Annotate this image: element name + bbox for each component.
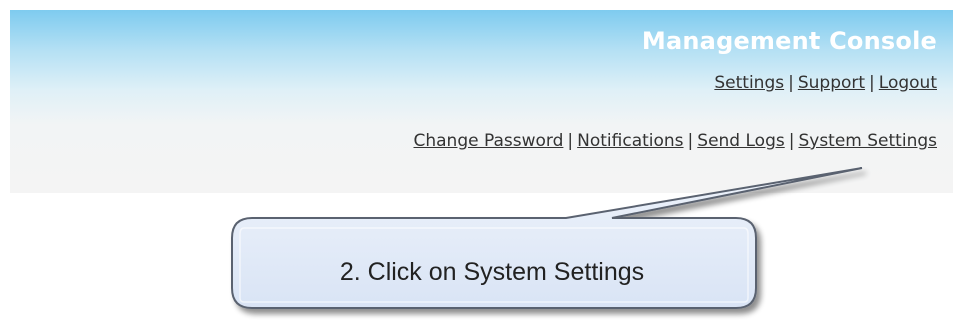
callout-text: 2. Click on System Settings <box>339 257 645 286</box>
